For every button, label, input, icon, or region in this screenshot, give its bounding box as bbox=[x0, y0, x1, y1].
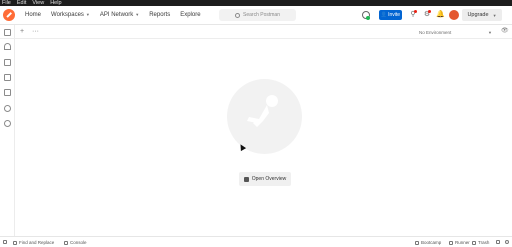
tab-bar: + ··· No Environment ▼ 👁 bbox=[0, 25, 512, 39]
open-overview-label: Open Overview bbox=[251, 176, 287, 182]
nav-reports[interactable]: Reports bbox=[144, 12, 175, 18]
new-tab-icon[interactable]: + bbox=[20, 27, 24, 36]
console-button[interactable]: Console bbox=[64, 240, 87, 245]
two-pane-icon bbox=[496, 240, 500, 244]
overview-icon bbox=[243, 176, 249, 182]
runner-icon bbox=[449, 240, 453, 245]
runner-label: Runner bbox=[455, 240, 470, 245]
bootcamp-button[interactable]: Bootcamp bbox=[415, 240, 441, 245]
upgrade-label: Upgrade bbox=[467, 12, 489, 18]
sidebar-toggle-icon bbox=[3, 240, 7, 244]
chevron-down-icon: ▼ bbox=[492, 12, 497, 18]
search-placeholder: Search Postman bbox=[243, 12, 280, 18]
search-icon bbox=[235, 12, 241, 18]
apis-icon[interactable] bbox=[4, 43, 11, 50]
invite-label: Invite bbox=[388, 12, 401, 18]
nav-workspaces-label: Workspaces bbox=[51, 12, 84, 18]
nav-api-network-label: API Network bbox=[99, 12, 134, 18]
mock-servers-icon[interactable] bbox=[4, 74, 11, 81]
search-icon bbox=[13, 240, 17, 245]
chevron-down-icon: ▼ bbox=[135, 12, 140, 17]
status-bar: Find and Replace Console Bootcamp Runner… bbox=[0, 236, 512, 247]
bootcamp-label: Bootcamp bbox=[421, 240, 442, 245]
open-overview-button[interactable]: Open Overview bbox=[239, 172, 291, 186]
help-icon bbox=[505, 240, 509, 244]
sync-ok-indicator bbox=[366, 16, 370, 20]
bell-icon[interactable]: 🔔 bbox=[436, 11, 445, 19]
trash-label: Trash bbox=[478, 240, 490, 245]
environments-icon[interactable] bbox=[4, 59, 11, 66]
notification-dot bbox=[428, 10, 431, 13]
console-icon bbox=[64, 240, 68, 245]
runner-button[interactable]: Runner bbox=[449, 240, 470, 245]
main-nav: Home Workspaces ▼ API Network ▼ Reports Ex… bbox=[20, 12, 206, 18]
upgrade-button[interactable]: Upgrade ▼ bbox=[462, 9, 502, 21]
postman-logo-icon[interactable] bbox=[3, 9, 15, 21]
trash-button[interactable]: Trash bbox=[472, 240, 489, 245]
nav-workspaces[interactable]: Workspaces ▼ bbox=[46, 12, 95, 18]
nav-api-network[interactable]: API Network ▼ bbox=[95, 12, 144, 18]
console-label: Console bbox=[70, 240, 87, 245]
nav-home[interactable]: Home bbox=[20, 12, 46, 18]
environment-selector[interactable]: No Environment ▼ bbox=[419, 28, 492, 36]
user-add-icon: 👤 bbox=[380, 12, 388, 18]
environment-label: No Environment bbox=[419, 29, 452, 35]
find-replace-button[interactable]: Find and Replace bbox=[13, 240, 54, 245]
main-workspace: Open Overview bbox=[16, 40, 512, 236]
empty-state-illustration bbox=[227, 79, 302, 154]
history-icon[interactable] bbox=[4, 120, 11, 127]
bootcamp-icon bbox=[415, 240, 419, 245]
trash-icon bbox=[472, 240, 476, 245]
find-replace-label: Find and Replace bbox=[19, 240, 55, 245]
more-options-icon[interactable]: ··· bbox=[32, 27, 39, 36]
eye-icon[interactable]: 👁 bbox=[501, 27, 509, 36]
flows-icon[interactable] bbox=[4, 105, 11, 112]
invite-button[interactable]: 👤 Invite bbox=[379, 10, 402, 20]
search-input[interactable]: Search Postman bbox=[219, 9, 296, 21]
notification-dot bbox=[414, 10, 417, 13]
help-button[interactable] bbox=[505, 240, 509, 244]
chevron-down-icon: ▼ bbox=[488, 29, 492, 35]
astronaut-illustration-icon bbox=[247, 95, 278, 127]
sidebar-toggle[interactable] bbox=[3, 240, 7, 244]
nav-explore[interactable]: Explore bbox=[175, 12, 205, 18]
monitors-icon[interactable] bbox=[4, 89, 11, 96]
avatar[interactable] bbox=[449, 10, 459, 20]
app-header: Home Workspaces ▼ API Network ▼ Reports Ex… bbox=[0, 6, 512, 25]
layout-toggle[interactable] bbox=[496, 240, 500, 244]
chevron-down-icon: ▼ bbox=[85, 12, 90, 17]
left-sidebar bbox=[0, 25, 15, 236]
